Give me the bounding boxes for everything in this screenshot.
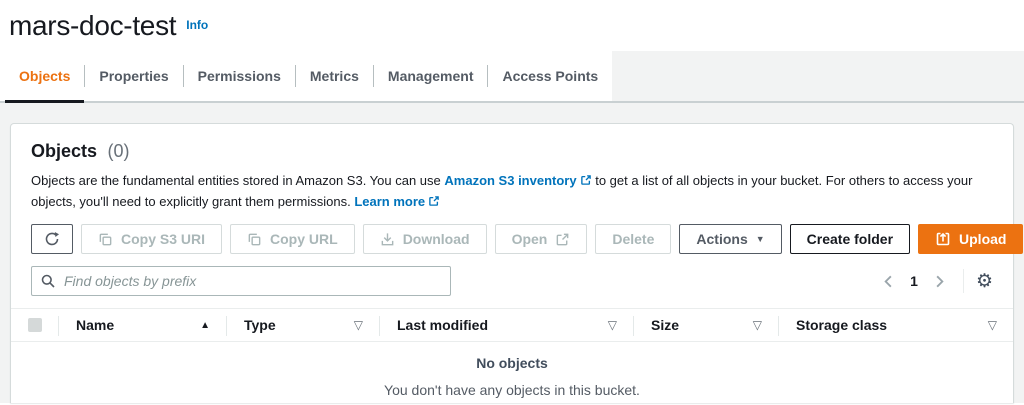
settings-gear-button[interactable]: ⚙ [976, 272, 993, 291]
previous-page-button[interactable] [877, 272, 900, 291]
pagination-divider [963, 269, 964, 293]
column-header-type[interactable]: Type ▽ [226, 309, 379, 341]
toolbar: Copy S3 URI Copy URL Download Open Delet… [11, 212, 1013, 254]
refresh-icon [44, 231, 60, 247]
chevron-left-icon [881, 274, 896, 289]
tab-list: Objects Properties Permissions Metrics M… [0, 51, 612, 101]
sort-icon: ▽ [354, 318, 363, 332]
panel-description: Objects are the fundamental entities sto… [11, 162, 1013, 212]
objects-table-header: Name ▲ Type ▽ Last modified ▽ Size ▽ Sto… [11, 308, 1013, 342]
pagination: 1 ⚙ [877, 269, 993, 293]
sort-icon: ▽ [753, 318, 762, 332]
next-page-button[interactable] [928, 272, 951, 291]
info-link[interactable]: Info [186, 18, 208, 32]
learn-more-link[interactable]: Learn more [354, 194, 440, 209]
refresh-button[interactable] [31, 224, 73, 254]
panel-title: Objects [31, 141, 97, 161]
actions-dropdown-button[interactable]: Actions ▼ [679, 224, 781, 254]
empty-state-message: You don't have any objects in this bucke… [11, 382, 1013, 398]
sort-ascending-icon: ▲ [200, 320, 210, 331]
tab-properties[interactable]: Properties [85, 51, 182, 101]
sort-icon: ▽ [988, 318, 997, 332]
tab-management[interactable]: Management [374, 51, 488, 101]
upload-icon [935, 231, 951, 247]
download-icon [380, 232, 395, 247]
current-page-number[interactable]: 1 [900, 273, 928, 289]
external-link-icon [555, 232, 570, 247]
tab-access-points[interactable]: Access Points [488, 51, 612, 101]
panel-header: Objects (0) [11, 124, 1013, 162]
upload-button[interactable]: Upload [918, 224, 1023, 254]
column-header-size[interactable]: Size ▽ [633, 309, 778, 341]
chevron-down-icon: ▼ [756, 235, 765, 244]
column-header-last-modified[interactable]: Last modified ▽ [379, 309, 633, 341]
copy-icon [247, 232, 262, 247]
chevron-right-icon [932, 274, 947, 289]
s3-bucket-page: mars-doc-test Info Objects Properties Pe… [0, 0, 1024, 405]
empty-state: No objects You don't have any objects in… [11, 342, 1013, 398]
s3-inventory-link[interactable]: Amazon S3 inventory [444, 173, 591, 188]
description-text: Objects are the fundamental entities sto… [31, 173, 441, 188]
find-objects-input[interactable] [31, 266, 451, 296]
select-all-checkbox[interactable] [28, 318, 42, 332]
copy-url-button[interactable]: Copy URL [230, 224, 355, 254]
delete-button[interactable]: Delete [595, 224, 671, 254]
select-all-cell [11, 309, 58, 341]
filter-row: 1 ⚙ [11, 254, 1013, 308]
external-link-icon [428, 195, 440, 207]
column-header-storage-class[interactable]: Storage class ▽ [778, 309, 1013, 341]
objects-count: (0) [107, 141, 129, 161]
tab-objects[interactable]: Objects [5, 51, 84, 101]
download-button[interactable]: Download [363, 224, 487, 254]
tab-permissions[interactable]: Permissions [184, 51, 295, 101]
tab-bar: Objects Properties Permissions Metrics M… [0, 51, 1024, 103]
tab-metrics[interactable]: Metrics [296, 51, 373, 101]
external-link-icon [580, 174, 592, 186]
column-header-name[interactable]: Name ▲ [58, 309, 226, 341]
content-area: Objects (0) Objects are the fundamental … [0, 103, 1024, 403]
objects-panel: Objects (0) Objects are the fundamental … [10, 123, 1014, 403]
page-title: mars-doc-test [9, 10, 176, 42]
sort-icon: ▽ [608, 318, 617, 332]
gear-icon: ⚙ [976, 271, 993, 292]
copy-s3-uri-button[interactable]: Copy S3 URI [81, 224, 222, 254]
copy-icon [98, 232, 113, 247]
page-header: mars-doc-test Info [0, 0, 1024, 51]
create-folder-button[interactable]: Create folder [790, 224, 910, 254]
search-icon [40, 273, 56, 289]
open-button[interactable]: Open [495, 224, 588, 254]
empty-state-title: No objects [11, 355, 1013, 371]
search-box [31, 266, 451, 296]
